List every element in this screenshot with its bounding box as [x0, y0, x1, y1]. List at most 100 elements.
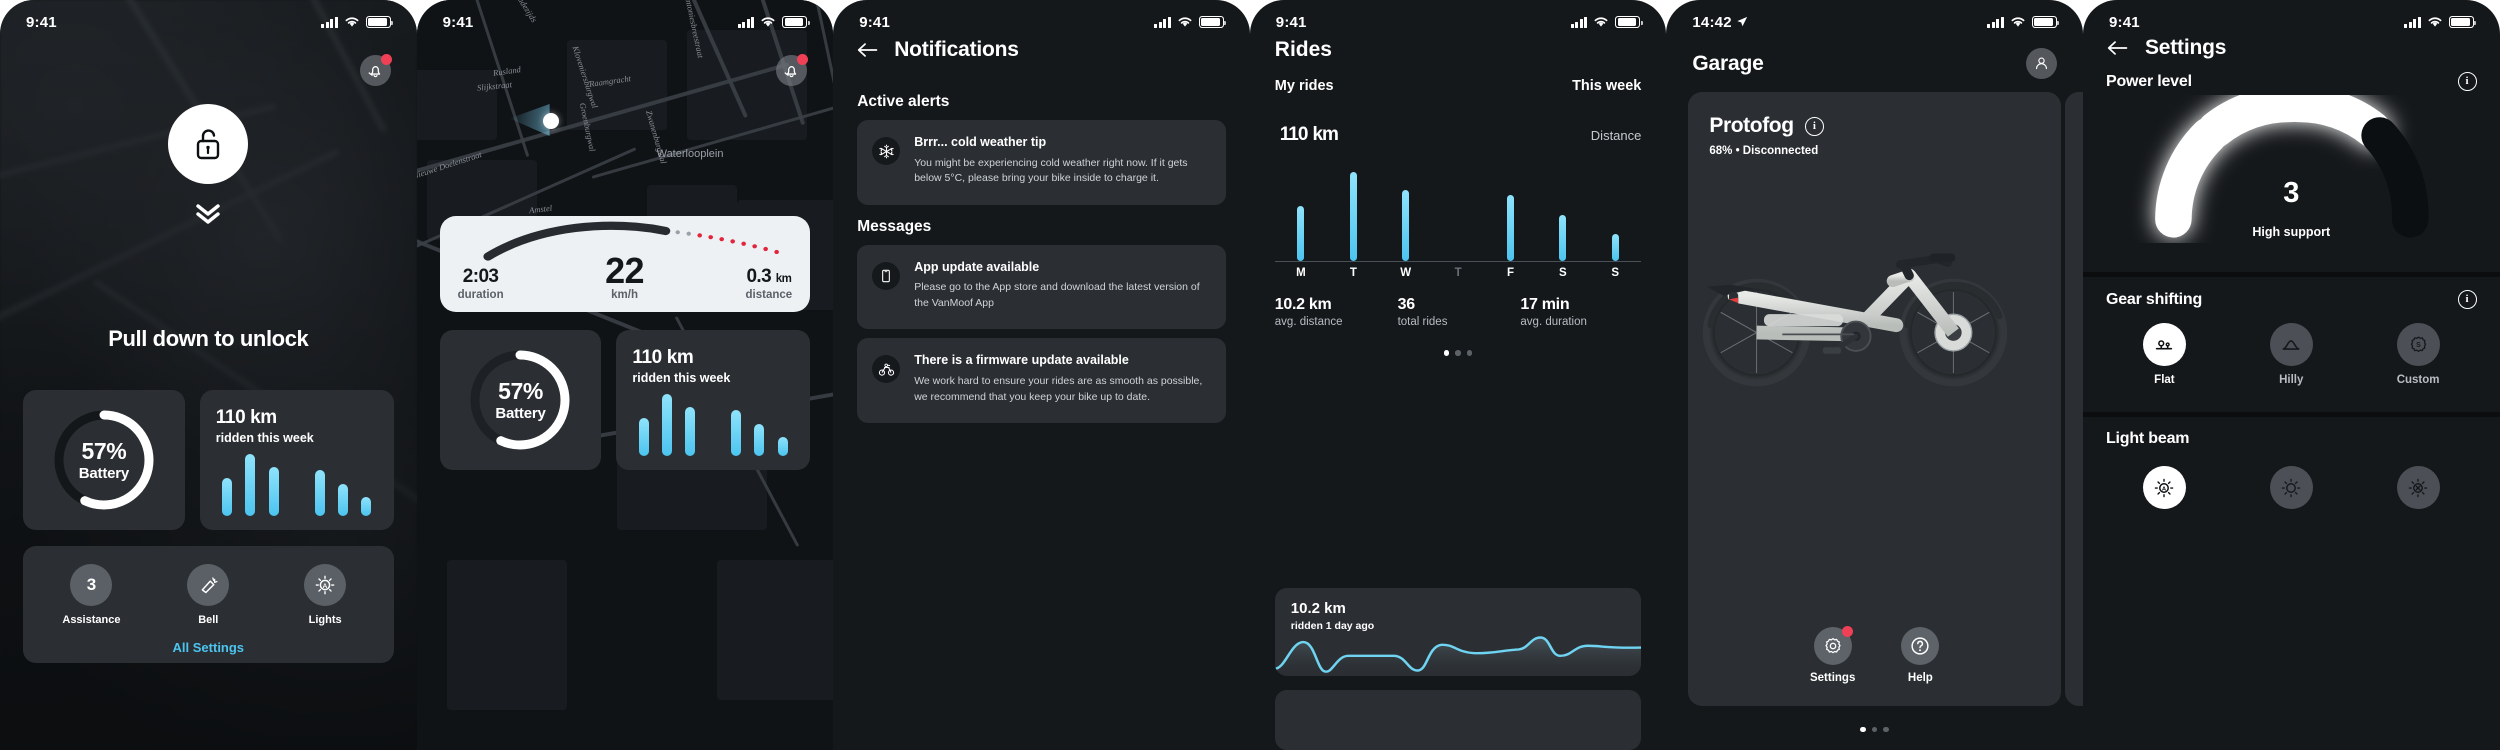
- page-dot[interactable]: [1860, 726, 1866, 732]
- bar-slot: [679, 394, 702, 456]
- period-selector[interactable]: This week: [1572, 78, 1641, 94]
- signal-bars-icon: [2404, 16, 2421, 28]
- quick-action-assistance[interactable]: 3 Assistance: [33, 564, 150, 626]
- status-bar: 9:41: [2083, 0, 2500, 44]
- unlocked-padlock-icon: [197, 129, 220, 160]
- notifications-bell-button[interactable]: [359, 54, 392, 86]
- rides-subheader: My rides This week: [1275, 78, 1642, 94]
- bar-slot: [632, 394, 655, 456]
- gear-option-flat[interactable]: Flat: [2101, 323, 2228, 386]
- quick-action-label: Lights: [308, 614, 342, 626]
- page-dot[interactable]: [1871, 726, 1878, 732]
- total-distance-value: 110: [1279, 124, 1309, 145]
- notification-badge: [380, 54, 392, 65]
- chart-bar: [314, 469, 325, 516]
- bar-slot: [354, 454, 377, 516]
- page-dot[interactable]: [1443, 350, 1450, 356]
- pull-down-affordance[interactable]: [192, 202, 224, 231]
- bike-settings-button[interactable]: Settings: [1810, 626, 1855, 684]
- notification-item[interactable]: There is a firmware update available We …: [857, 338, 1226, 424]
- week-distance-value: 110 km: [632, 347, 694, 368]
- bar-slot: [216, 454, 239, 516]
- profile-button[interactable]: [2025, 48, 2057, 79]
- notifications-bell-button[interactable]: [776, 54, 809, 86]
- battery-card[interactable]: 57% Battery: [439, 330, 602, 470]
- page-dot[interactable]: [1883, 726, 1889, 732]
- week-distance-card[interactable]: 110 km ridden this week: [616, 330, 811, 470]
- ride-distance-unit: km: [775, 273, 792, 285]
- carousel-page-dots[interactable]: [1666, 726, 2083, 732]
- all-settings-link[interactable]: All Settings: [33, 640, 384, 655]
- light-option-on[interactable]: [2228, 466, 2355, 517]
- battery-percent: 57%: [498, 378, 543, 404]
- light-option-off[interactable]: [2355, 466, 2482, 517]
- quick-action-label: Assistance: [62, 614, 121, 626]
- recent-ride-card-next[interactable]: [1274, 690, 1642, 750]
- chart-day-label: M: [1296, 267, 1306, 279]
- unlock-button[interactable]: [168, 104, 249, 184]
- page-dot[interactable]: [1466, 350, 1473, 356]
- info-circle-icon[interactable]: i: [1804, 116, 1824, 136]
- bar-slot: [285, 454, 308, 516]
- phone-ride-screen: Oudezijds Sint Antoniesbreestraat Ruslan…: [416, 0, 834, 750]
- bike-card[interactable]: Protofog i 68% • Disconnected Settings H…: [1688, 92, 2061, 706]
- phone-settings-screen: 9:41 Settings Power level i 3 High suppo…: [2082, 0, 2500, 750]
- bar-slot: [239, 454, 262, 516]
- ride-speed-card: 2:03 duration 22 km/h 0.3 km distance: [439, 216, 811, 312]
- section-title: Light beam: [2105, 430, 2190, 447]
- status-bar: 9:41: [417, 0, 834, 44]
- chart-bar: [361, 496, 371, 516]
- chart-day-label: S: [1611, 267, 1620, 279]
- recent-ride-card[interactable]: 10.2 km ridden 1 day ago: [1274, 588, 1642, 676]
- chart-bar: [222, 477, 233, 516]
- bar-slot: [725, 394, 748, 456]
- chart-bar: [337, 484, 348, 516]
- ride-distance: 0.3 km distance: [746, 266, 793, 301]
- notification-title: Brrr... cold weather tip: [914, 135, 1047, 149]
- chart-bars: [1274, 172, 1642, 262]
- battery-icon: [2448, 16, 2476, 28]
- wifi-icon: [2011, 17, 2025, 27]
- weekly-distance-chart: MTWTFSS: [1274, 172, 1642, 284]
- stat-value: 36: [1397, 296, 1416, 313]
- quick-action-lights[interactable]: A Lights: [267, 564, 384, 626]
- hill-terrain-icon: [2282, 339, 2300, 350]
- bell-icon: [784, 66, 797, 78]
- bar-slot: [1327, 172, 1379, 261]
- bike-help-button[interactable]: Help: [1901, 627, 1940, 684]
- notification-item[interactable]: Brrr... cold weather tip You might be ex…: [857, 120, 1226, 205]
- ride-distance-label: distance: [745, 289, 793, 301]
- power-level-caption: High support: [2252, 225, 2331, 239]
- week-distance-value: 110 km: [215, 407, 277, 428]
- info-circle-icon[interactable]: i: [2457, 290, 2477, 309]
- light-option-auto[interactable]: A: [2101, 466, 2228, 517]
- wifi-icon: [2428, 17, 2442, 27]
- signal-bars-icon: [1570, 16, 1588, 28]
- week-distance-label: ridden this week: [632, 371, 731, 385]
- carousel-page-dots[interactable]: [1250, 350, 1667, 356]
- section-title: Gear shifting: [2105, 290, 2203, 308]
- ride-distance-value: 0.3: [746, 266, 772, 287]
- power-level-gauge[interactable]: 3 High support: [2083, 85, 2500, 243]
- gear-option-hilly[interactable]: Hilly: [2228, 323, 2355, 386]
- status-time: 14:42: [1692, 13, 1732, 31]
- battery-card[interactable]: 57% Battery: [23, 390, 185, 530]
- stat-label: avg. distance: [1274, 316, 1343, 328]
- gear-option-custom[interactable]: S Custom: [2355, 323, 2482, 386]
- chart-bar: [245, 454, 256, 516]
- screenshot-strip: 9:41 Pull down to unlock 57% Battery 110…: [0, 0, 2500, 750]
- next-bike-card-peek[interactable]: [2064, 92, 2083, 706]
- ride-speed-value: 22: [605, 249, 644, 291]
- page-dot[interactable]: [1455, 350, 1461, 356]
- bike-name: Protofog: [1709, 114, 1794, 137]
- power-level-value: 3: [2283, 177, 2300, 209]
- total-distance-unit: km: [1312, 124, 1338, 145]
- signal-bars-icon: [1154, 16, 1171, 28]
- chart-bar: [1349, 172, 1357, 261]
- notification-item[interactable]: App update available Please go to the Ap…: [857, 244, 1226, 330]
- quick-action-label: Bell: [198, 614, 219, 626]
- info-circle-icon[interactable]: i: [2457, 72, 2477, 91]
- chart-bar: [1402, 190, 1410, 261]
- week-distance-card[interactable]: 110 km ridden this week: [199, 390, 394, 530]
- quick-action-bell[interactable]: Bell: [150, 564, 267, 626]
